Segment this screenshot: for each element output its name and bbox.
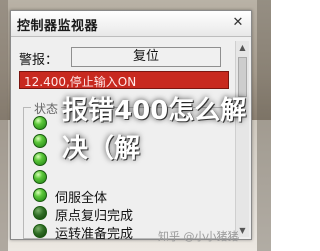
status-led-icon — [33, 206, 47, 220]
status-indicator-row: 伺服全体 — [33, 187, 233, 206]
alarm-label: 警报： — [19, 53, 59, 68]
status-led-icon — [33, 134, 47, 148]
overlay-headline: 报错400怎么解决（解 — [62, 96, 247, 164]
status-led-icon — [33, 116, 47, 130]
window-title: 控制器监视器 — [17, 19, 99, 34]
homing-complete-label: 原点复归完成 — [55, 209, 134, 224]
close-icon[interactable]: ✕ — [230, 15, 246, 31]
ready-complete-label: 运转准备完成 — [55, 227, 134, 242]
status-indicator-row: 原点复归完成 — [33, 205, 233, 224]
scroll-thumb[interactable] — [238, 57, 247, 97]
servo-all-label: 伺服全体 — [55, 191, 108, 206]
status-indicator-row — [33, 169, 233, 187]
status-led-icon — [33, 224, 47, 238]
alarm-status-bar: 12.400,停止输入ON — [19, 71, 229, 89]
reset-button[interactable]: 复位 — [71, 47, 221, 67]
title-bar: 控制器监视器 ✕ — [11, 11, 251, 37]
status-led-icon — [33, 170, 47, 184]
alarm-status-text: 12.400,停止输入ON — [24, 75, 137, 89]
status-led-icon — [33, 152, 47, 166]
status-led-icon — [33, 188, 47, 202]
scroll-up-icon[interactable]: ▲ — [237, 42, 248, 53]
left-edge — [0, 0, 8, 251]
alarm-row: 警报： 复位 — [19, 47, 241, 68]
watermark: 知乎 @小小猪猪 — [158, 230, 239, 243]
